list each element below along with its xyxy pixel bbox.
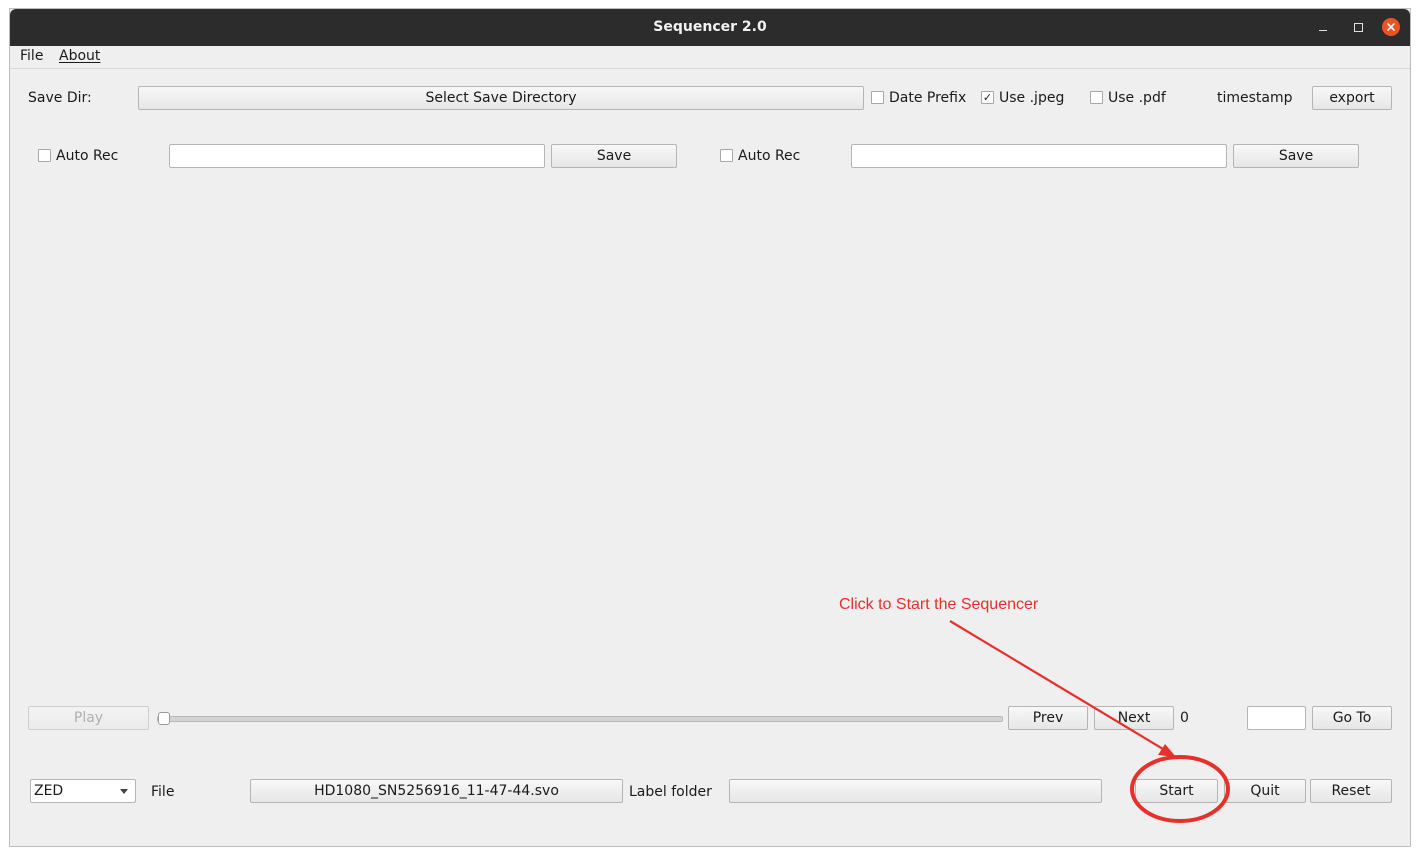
maximize-button[interactable] [1349,18,1367,36]
use-pdf-checkbox[interactable] [1090,91,1103,104]
date-prefix-checkbox[interactable] [871,91,884,104]
label-folder-button[interactable] [729,779,1102,803]
record-name-input-right[interactable] [851,144,1227,168]
play-button[interactable]: Play [28,706,149,730]
close-icon [1387,23,1395,31]
annotation-text: Click to Start the Sequencer [839,596,1039,613]
auto-rec-checkbox-right[interactable] [720,149,733,162]
goto-button[interactable]: Go To [1312,706,1392,730]
next-button[interactable]: Next [1094,706,1174,730]
save-button-right[interactable]: Save [1233,144,1359,168]
close-button[interactable] [1382,18,1400,36]
menu-file[interactable]: File [20,48,43,64]
label-folder-label: Label folder [629,784,712,800]
export-button[interactable]: export [1312,86,1392,110]
auto-rec-label-right: Auto Rec [738,148,801,164]
quit-button[interactable]: Quit [1224,779,1306,803]
checkmark-icon: ✓ [982,91,993,104]
minimize-icon [1319,29,1327,31]
maximize-icon [1353,22,1363,32]
goto-frame-input[interactable] [1247,706,1306,730]
reset-button[interactable]: Reset [1310,779,1392,803]
frame-slider[interactable] [157,712,1003,725]
slider-handle[interactable] [158,712,170,725]
use-jpeg-label: Use .jpeg [999,90,1065,106]
timestamp-label: timestamp [1217,90,1293,106]
title-bar[interactable]: Sequencer 2.0 [10,9,1410,46]
file-select-button[interactable]: HD1080_SN5256916_11-47-44.svo [250,779,623,803]
camera-select[interactable]: ZED [30,779,136,803]
date-prefix-label: Date Prefix [889,90,967,106]
use-pdf-label: Use .pdf [1108,90,1166,106]
menu-bar: File About [10,46,1410,69]
file-label: File [151,784,175,800]
frame-number: 0 [1180,710,1189,726]
auto-rec-checkbox-left[interactable] [38,149,51,162]
minimize-button[interactable] [1314,18,1332,36]
save-dir-label: Save Dir: [28,90,92,106]
use-jpeg-checkbox[interactable]: ✓ [981,91,994,104]
camera-select-value: ZED [34,783,64,799]
window-title: Sequencer 2.0 [653,19,767,35]
record-name-input-left[interactable] [169,144,545,168]
chevron-down-icon [120,789,128,794]
save-button-left[interactable]: Save [551,144,677,168]
auto-rec-label-left: Auto Rec [56,148,119,164]
start-button[interactable]: Start [1135,779,1218,803]
app-window: Sequencer 2.0 File About Save Dir: Selec… [9,8,1411,847]
select-save-directory-button[interactable]: Select Save Directory [138,86,864,110]
prev-button[interactable]: Prev [1008,706,1088,730]
menu-about[interactable]: About [59,48,100,64]
